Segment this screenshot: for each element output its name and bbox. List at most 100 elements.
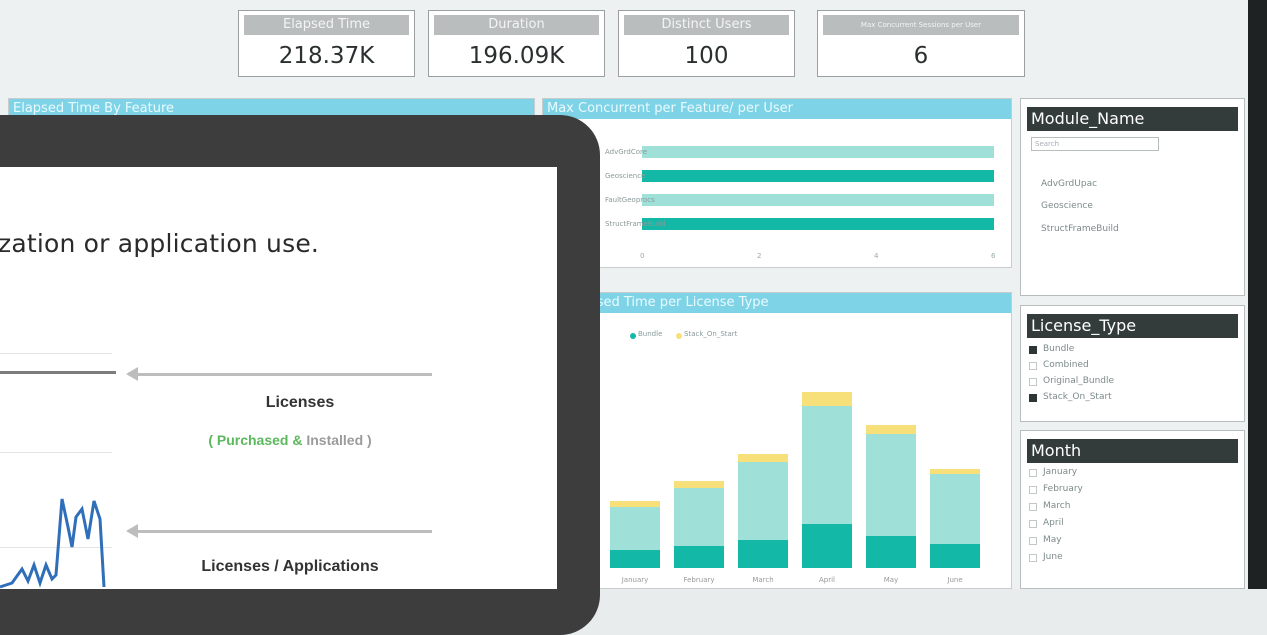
tablet-screen: zation or application use. Licenses ( Pu… [0,167,557,589]
checkbox[interactable] [1029,378,1037,386]
checkbox[interactable] [1029,469,1037,477]
slicer-item[interactable]: May [1029,535,1062,545]
vbar-month-label: March [752,576,774,584]
vbar-segment-other [610,507,660,550]
slicer-title: Module_Name [1027,107,1238,131]
vbar-segment-bundle [674,546,724,568]
checkbox[interactable] [1029,503,1037,511]
slicer-item-label: Stack_On_Start [1043,392,1112,402]
kpi-card-max-concurrent[interactable]: Max Concurrent Sessions per User 6 [817,10,1025,77]
slicer-item-label: Bundle [1043,344,1075,354]
vbar-segment-bundle [610,550,660,568]
vbar[interactable] [930,469,980,568]
slicer-item[interactable]: April [1029,518,1064,528]
arrow-left-icon [126,524,138,538]
slicer-license-type[interactable]: License_Type Bundle Combined Original_Bu… [1020,305,1245,422]
slicer-item[interactable]: Original_Bundle [1029,376,1115,386]
hbar-label: StructFrameBuild [605,220,666,228]
kpi-label: Duration [434,15,599,35]
slicer-module-name[interactable]: Module_Name Search AdvGrdUpac Geoscience… [1020,98,1245,296]
vbar-month-label: February [683,576,715,584]
panel-title: ics Elapsed Time per License Type [543,293,1011,313]
checkbox[interactable] [1029,537,1037,545]
checkbox[interactable] [1029,520,1037,528]
slicer-item-label: March [1043,501,1071,511]
kpi-label: Max Concurrent Sessions per User [823,15,1019,35]
vbar-segment-stack [738,454,788,462]
kpi-card-distinct-users[interactable]: Distinct Users 100 [618,10,795,77]
slicer-item[interactable]: AdvGrdUpac [1041,179,1097,189]
slicer-item-label: Original_Bundle [1043,376,1115,386]
chart-gridline [0,452,112,453]
hbar-axis-tick: 2 [757,252,762,260]
legend-label: Bundle [638,330,663,338]
hbar-label: AdvGrdCore [605,148,648,156]
kpi-label: Distinct Users [624,15,789,35]
tablet-headline: zation or application use. [0,229,320,258]
vbar-segment-other [738,462,788,540]
checkbox-checked[interactable] [1029,346,1037,354]
vbar-month-label: April [819,576,835,584]
legend-dot-stack [676,333,682,339]
vbar-segment-stack [674,481,724,488]
vbar-segment-bundle [738,540,788,568]
hbar[interactable] [642,218,994,230]
vbar-segment-bundle [930,544,980,568]
window-edge [1248,0,1267,589]
vbar[interactable] [802,392,852,568]
hbar-axis-tick: 6 [991,252,996,260]
slicer-item[interactable]: January [1029,467,1078,477]
checkbox[interactable] [1029,486,1037,494]
hbar-label: Geoscience [605,172,646,180]
vbar-month-label: June [947,576,963,584]
slicer-item-label: January [1043,467,1078,477]
vbar-segment-bundle [866,536,916,568]
kpi-value: 6 [913,43,929,69]
slicer-search-input[interactable]: Search [1031,137,1159,151]
annotation-licenses: Licenses [265,394,335,411]
vbar[interactable] [866,425,916,568]
vbar[interactable] [610,501,660,568]
hbar[interactable] [642,146,994,158]
arrow-left-icon [126,367,138,381]
slicer-item[interactable]: March [1029,501,1071,511]
hbar[interactable] [642,194,994,206]
slicer-item-label: Combined [1043,360,1089,370]
vbar-segment-stack [802,392,852,406]
slicer-month[interactable]: Month January February March April May J… [1020,430,1245,589]
checkbox[interactable] [1029,554,1037,562]
slicer-item[interactable]: Geoscience [1041,201,1093,211]
slicer-item[interactable]: Bundle [1029,344,1075,354]
vbar-segment-other [674,488,724,546]
panel-title: Max Concurrent per Feature/ per User [543,99,1011,119]
hbar[interactable] [642,170,994,182]
kpi-card-elapsed-time[interactable]: Elapsed Time 218.37K [238,10,415,77]
kpi-label: Elapsed Time [244,15,409,35]
panel-max-concurrent[interactable]: Max Concurrent per Feature/ per User [542,98,1012,268]
slicer-item[interactable]: Stack_On_Start [1029,392,1112,402]
checkbox[interactable] [1029,362,1037,370]
usage-line-chart [0,498,106,589]
kpi-value: 218.37K [278,43,375,69]
slicer-item[interactable]: StructFrameBuild [1041,224,1119,234]
vbar[interactable] [674,481,724,568]
kpi-card-duration[interactable]: Duration 196.09K [428,10,605,77]
chart-gridline [0,353,112,354]
kpi-value: 100 [684,43,729,69]
vbar[interactable] [738,454,788,568]
vbar-segment-other [930,474,980,544]
legend-dot-bundle [630,333,636,339]
hbar-label: FaultGeoprocs [605,196,655,204]
checkbox-checked[interactable] [1029,394,1037,402]
installed-label: Installed ) [302,432,372,448]
hbar-axis-tick: 4 [874,252,879,260]
slicer-item[interactable]: February [1029,484,1083,494]
slicer-item-label: June [1043,552,1063,562]
slicer-item[interactable]: Combined [1029,360,1089,370]
usage-series-line [0,498,106,589]
slicer-item-label: February [1043,484,1083,494]
slicer-item[interactable]: June [1029,552,1063,562]
arrow-line [138,530,432,533]
arrow-line [138,373,432,376]
kpi-value: 196.09K [468,43,565,69]
